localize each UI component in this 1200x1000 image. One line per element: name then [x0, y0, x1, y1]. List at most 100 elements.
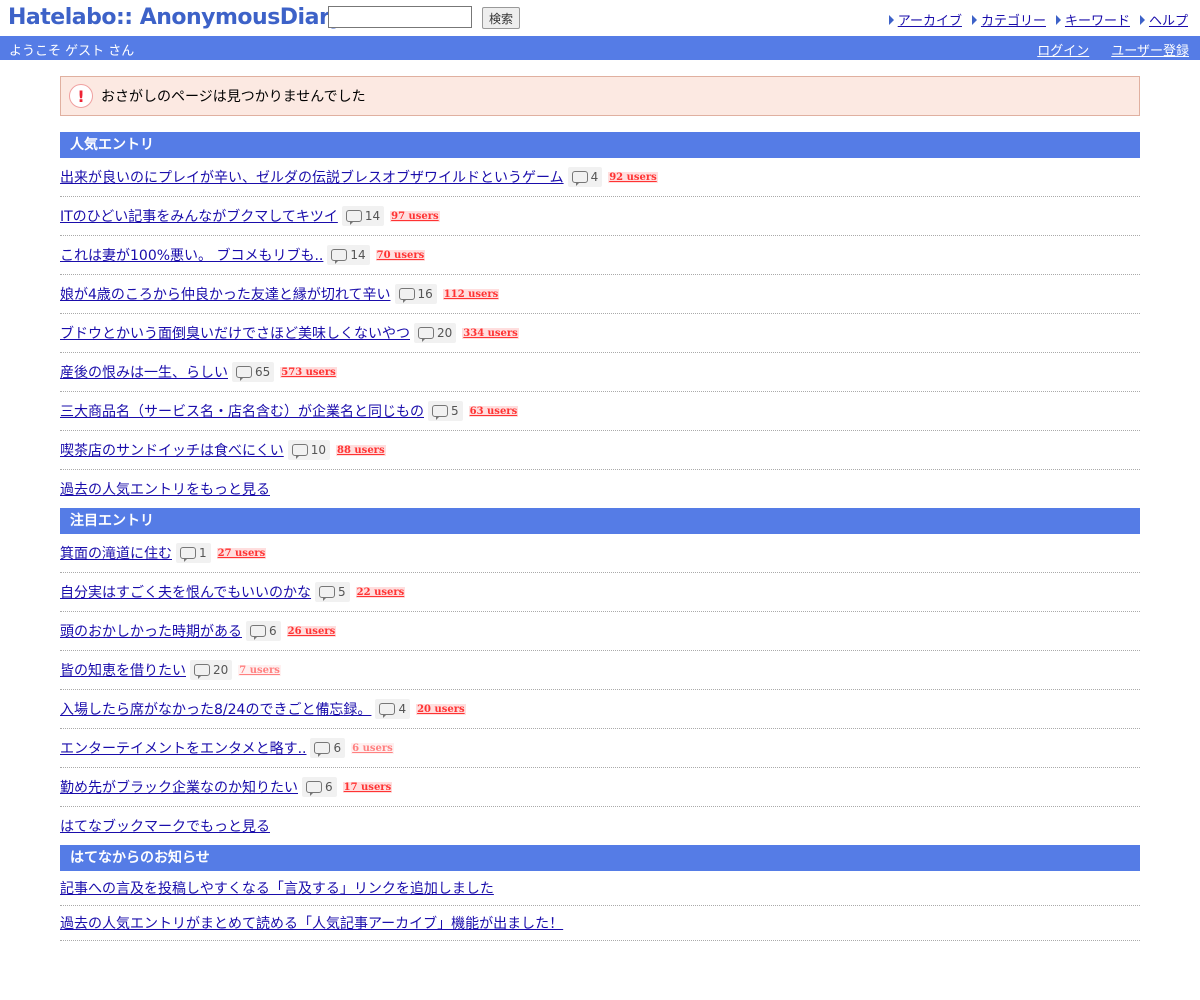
- comment-count-badge[interactable]: 20: [190, 660, 233, 680]
- main-content: ! おさがしのページは見つかりませんでした 人気エントリ 出来が良いのにプレイが…: [60, 76, 1140, 941]
- search-button[interactable]: 検索: [482, 7, 521, 29]
- nav-help-link[interactable]: ヘルプ: [1139, 10, 1188, 29]
- bookmark-users-badge[interactable]: 20 users: [416, 703, 466, 715]
- bookmark-users-badge[interactable]: 70 users: [375, 249, 426, 261]
- comment-count-badge[interactable]: 5: [428, 401, 463, 421]
- entry-link[interactable]: 自分実はすごく夫を恨んでもいいのかな: [60, 582, 311, 602]
- arrow-icon: [888, 14, 894, 25]
- comment-icon: [236, 366, 252, 381]
- comment-icon: [180, 547, 196, 562]
- bookmark-users-badge[interactable]: 88 users: [336, 444, 386, 456]
- bookmark-users-badge[interactable]: 97 users: [390, 210, 440, 222]
- nav-archive-link[interactable]: アーカイブ: [888, 10, 962, 29]
- list-item: 産後の恨みは一生、らしい 65 573 users: [60, 353, 1140, 392]
- bookmark-users-badge[interactable]: 573 users: [280, 366, 337, 378]
- exclamation-icon: !: [69, 84, 93, 108]
- comment-icon: [306, 781, 322, 796]
- top-nav: アーカイブ カテゴリー キーワード ヘルプ: [888, 10, 1188, 29]
- search-input[interactable]: [328, 6, 472, 28]
- list-item: 勤め先がブラック企業なのか知りたい 6 17 users: [60, 768, 1140, 807]
- comment-count-badge[interactable]: 4: [375, 699, 411, 719]
- entry-link[interactable]: 皆の知恵を借りたい: [60, 660, 186, 680]
- arrow-icon: [1055, 14, 1061, 25]
- bookmark-users-badge[interactable]: 22 users: [355, 586, 406, 598]
- news-list: 記事への言及を投稿しやすくなる「言及する」リンクを追加しました 過去の人気エント…: [60, 871, 1140, 941]
- list-item: 娘が4歳のころから仲良かった友達と縁が切れて辛い 16 112 users: [60, 275, 1140, 314]
- entry-link[interactable]: これは妻が100%悪い。 ブコメもリブも..: [60, 245, 323, 265]
- more-popular-link[interactable]: 過去の人気エントリをもっと見る: [60, 479, 270, 499]
- more-hatena-bookmark-link[interactable]: はてなブックマークでもっと見る: [60, 816, 270, 836]
- register-link[interactable]: ユーザー登録: [1111, 40, 1189, 59]
- comment-count-badge[interactable]: 6: [310, 738, 346, 758]
- entry-link[interactable]: ITのひどい記事をみんながブクマしてキツイ: [60, 206, 338, 226]
- entry-link[interactable]: 頭のおかしかった時期がある: [60, 621, 242, 641]
- popular-entry-list: 出来が良いのにプレイが辛い、ゼルダの伝説ブレスオブザワイルドというゲーム 4 9…: [60, 158, 1140, 508]
- comment-count-badge[interactable]: 16: [394, 284, 437, 304]
- list-item: 喫茶店のサンドイッチは食べにくい 10 88 users: [60, 431, 1140, 470]
- comment-count-badge[interactable]: 6: [246, 621, 281, 641]
- comment-icon: [291, 444, 308, 459]
- bookmark-users-badge[interactable]: 6 users: [351, 742, 394, 754]
- bookmark-users-badge[interactable]: 26 users: [286, 625, 337, 637]
- comment-icon: [571, 171, 588, 186]
- comment-icon: [314, 742, 331, 757]
- comment-count-badge[interactable]: 4: [567, 167, 603, 187]
- entry-link[interactable]: 三大商品名（サービス名・店名含む）が企業名と同じもの: [60, 401, 424, 421]
- comment-icon: [345, 210, 362, 225]
- entry-link[interactable]: エンターテイメントをエンタメと略す..: [60, 738, 306, 758]
- comment-icon: [194, 664, 210, 679]
- news-link[interactable]: 過去の人気エントリがまとめて読める「人気記事アーカイブ」機能が出ました！: [60, 913, 563, 933]
- section-header-popular: 人気エントリ: [60, 132, 1140, 158]
- comment-icon: [250, 625, 266, 640]
- comment-icon: [331, 249, 348, 264]
- bookmark-users-badge[interactable]: 7 users: [238, 664, 281, 676]
- site-logo[interactable]: Hatelabo:: AnonymousDiary: [8, 4, 344, 32]
- list-item: エンターテイメントをエンタメと略す.. 6 6 users: [60, 729, 1140, 768]
- bookmark-users-badge[interactable]: 334 users: [462, 327, 519, 339]
- notice-text: おさがしのページは見つかりませんでした: [101, 89, 366, 105]
- bookmark-users-badge[interactable]: 92 users: [608, 171, 658, 183]
- bookmark-users-badge[interactable]: 17 users: [342, 781, 393, 793]
- welcome-text: ようこそ ゲスト さん: [9, 44, 135, 59]
- comment-count-badge[interactable]: 6: [302, 777, 337, 797]
- login-link[interactable]: ログイン: [1037, 40, 1089, 59]
- list-item: 記事への言及を投稿しやすくなる「言及する」リンクを追加しました: [60, 871, 1140, 906]
- user-bar: ようこそ ゲスト さん ログイン ユーザー登録: [0, 36, 1200, 60]
- comment-count-badge[interactable]: 14: [341, 206, 385, 226]
- list-item: はてなブックマークでもっと見る: [60, 807, 1140, 845]
- bookmark-users-badge[interactable]: 27 users: [216, 547, 267, 559]
- entry-link[interactable]: 箕面の滝道に住む: [60, 543, 172, 563]
- nav-category-link[interactable]: カテゴリー: [971, 10, 1046, 29]
- list-item: 出来が良いのにプレイが辛い、ゼルダの伝説ブレスオブザワイルドというゲーム 4 9…: [60, 158, 1140, 197]
- list-item: 過去の人気エントリをもっと見る: [60, 470, 1140, 508]
- list-item: 箕面の滝道に住む 1 27 users: [60, 534, 1140, 573]
- comment-count-badge[interactable]: 10: [287, 440, 331, 460]
- section-header-featured: 注目エントリ: [60, 508, 1140, 534]
- nav-keyword-link[interactable]: キーワード: [1055, 10, 1130, 29]
- comment-count-badge[interactable]: 5: [315, 582, 350, 602]
- entry-link[interactable]: 勤め先がブラック企業なのか知りたい: [60, 777, 298, 797]
- comment-icon: [432, 405, 448, 420]
- entry-link[interactable]: 娘が4歳のころから仲良かった友達と縁が切れて辛い: [60, 284, 391, 304]
- entry-link[interactable]: 喫茶店のサンドイッチは食べにくい: [60, 440, 284, 460]
- comment-count-badge[interactable]: 65: [232, 362, 275, 382]
- entry-link[interactable]: ブドウとかいう面倒臭いだけでさほど美味しくないやつ: [60, 323, 410, 343]
- user-links: ログイン ユーザー登録: [1037, 40, 1189, 59]
- comment-count-badge[interactable]: 1: [176, 543, 211, 563]
- comment-count-badge[interactable]: 20: [414, 323, 457, 343]
- arrow-icon: [971, 14, 977, 25]
- entry-link[interactable]: 入場したら席がなかった8/24のできごと備忘録。: [60, 699, 371, 719]
- news-link[interactable]: 記事への言及を投稿しやすくなる「言及する」リンクを追加しました: [60, 878, 494, 898]
- entry-link[interactable]: 出来が良いのにプレイが辛い、ゼルダの伝説ブレスオブザワイルドというゲーム: [60, 167, 564, 187]
- entry-link[interactable]: 産後の恨みは一生、らしい: [60, 362, 228, 382]
- error-notice: ! おさがしのページは見つかりませんでした: [60, 76, 1140, 116]
- list-item: ブドウとかいう面倒臭いだけでさほど美味しくないやつ 20 334 users: [60, 314, 1140, 353]
- list-item: 自分実はすごく夫を恨んでもいいのかな 5 22 users: [60, 573, 1140, 612]
- list-item: 入場したら席がなかった8/24のできごと備忘録。 4 20 users: [60, 690, 1140, 729]
- top-header: Hatelabo:: AnonymousDiary 検索 アーカイブ カテゴリー…: [0, 0, 1200, 36]
- bookmark-users-badge[interactable]: 112 users: [442, 288, 500, 300]
- comment-icon: [418, 327, 434, 342]
- featured-entry-list: 箕面の滝道に住む 1 27 users 自分実はすごく夫を恨んでもいいのかな 5…: [60, 534, 1140, 845]
- comment-count-badge[interactable]: 14: [327, 245, 370, 265]
- bookmark-users-badge[interactable]: 63 users: [468, 405, 519, 417]
